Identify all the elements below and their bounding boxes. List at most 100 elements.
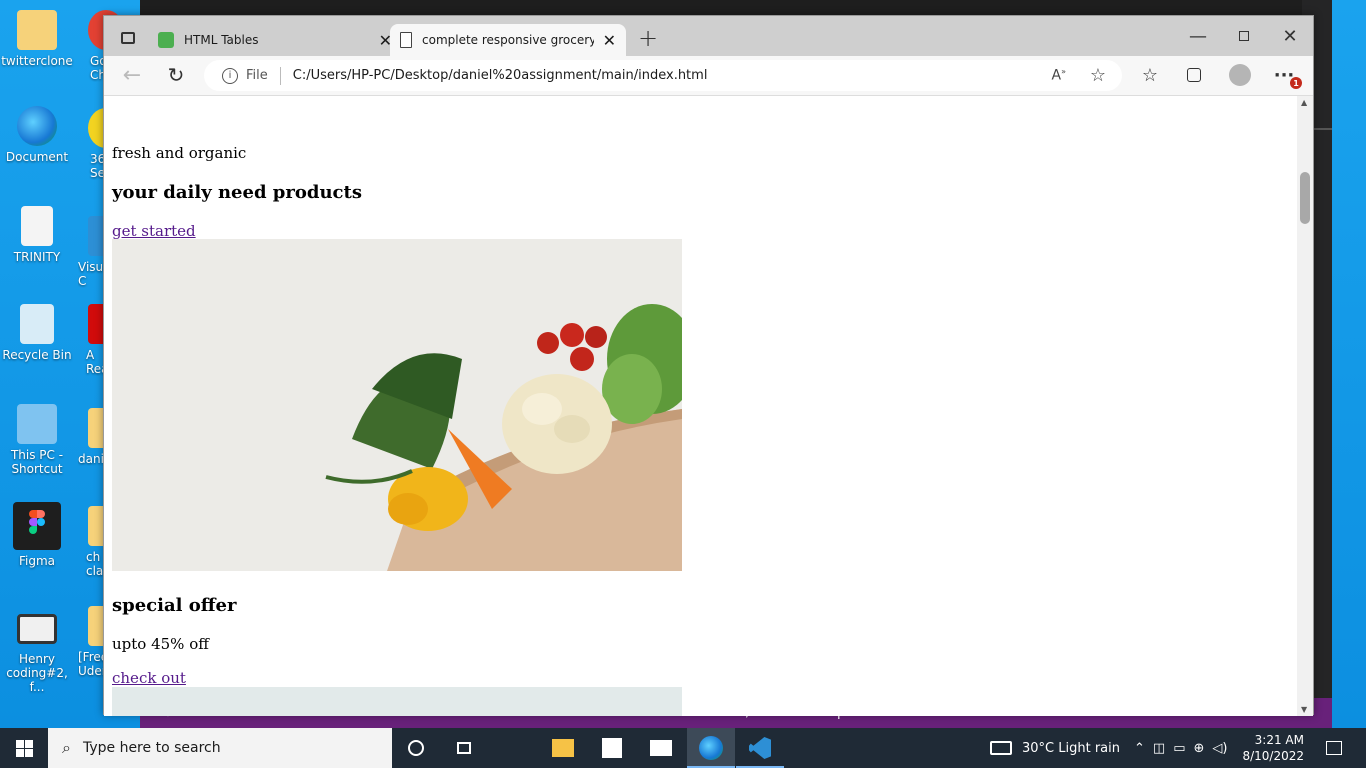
new-tab-button[interactable]: + — [634, 24, 662, 52]
computer-icon — [17, 404, 57, 444]
back-button[interactable]: ← — [118, 61, 146, 89]
weather-widget[interactable]: 30°C Light rain — [990, 728, 1120, 768]
desktop-icon-twitterclone[interactable]: twitterclone — [0, 10, 74, 68]
settings-more-button[interactable]: ··· 1 — [1270, 61, 1302, 89]
profile-button[interactable] — [1226, 61, 1254, 89]
battery-icon[interactable]: ▭ — [1173, 741, 1185, 756]
notification-icon — [1326, 741, 1342, 755]
favorite-add-icon[interactable]: ☆ — [1090, 65, 1106, 86]
address-bar[interactable]: i File C:/Users/HP-PC/Desktop/daniel%20a… — [204, 60, 1122, 91]
desktop-icon-label: twitterclone — [1, 54, 73, 68]
desktop-icon-video[interactable]: Henry coding#2, f... — [0, 614, 74, 694]
weather-text: 30°C Light rain — [1022, 740, 1120, 756]
search-placeholder: Type here to search — [82, 740, 221, 756]
grocery-bag-illustration — [112, 239, 682, 571]
maximize-button[interactable] — [1230, 22, 1258, 50]
offer-heading: special offer — [112, 595, 237, 616]
edge-icon — [699, 736, 723, 760]
start-button[interactable] — [0, 728, 48, 768]
vscode-taskbar-button[interactable] — [736, 728, 784, 768]
vscode-icon — [749, 737, 771, 759]
mail-button[interactable] — [650, 736, 674, 760]
desktop-icon-figma[interactable]: Figma — [0, 502, 74, 568]
favorites-button[interactable]: ☆ — [1136, 61, 1164, 89]
weather-icon — [990, 741, 1012, 755]
system-tray: ⌃ ◫ ▭ ⊕ ◁) — [1134, 728, 1227, 768]
read-aloud-icon[interactable]: A» — [1052, 67, 1066, 84]
folder-icon — [17, 10, 57, 50]
desktop-icon-document[interactable]: Document — [0, 106, 74, 164]
taskbar-search[interactable]: ⌕ Type here to search — [48, 728, 392, 768]
store-button[interactable] — [600, 736, 624, 760]
page-viewport: fresh and organic your daily need produc… — [104, 96, 1298, 716]
desktop-icon-label: Recycle Bin — [2, 348, 72, 362]
video-file-icon — [17, 614, 57, 644]
taskbar: ⌕ Type here to search 30°C Light rain ⌃ … — [0, 728, 1366, 768]
desktop-icon-this-pc[interactable]: This PC - Shortcut — [0, 404, 74, 476]
avatar-icon — [1229, 64, 1251, 86]
notification-badge: 1 — [1290, 77, 1302, 89]
figma-icon — [13, 502, 61, 550]
check-out-link[interactable]: check out — [112, 669, 186, 687]
meet-icon[interactable]: ◫ — [1153, 741, 1165, 756]
tab-grocery[interactable]: complete responsive grocery we ✕ — [390, 24, 626, 56]
desktop-icon-label: Figma — [18, 554, 56, 568]
get-started-link[interactable]: get started — [112, 222, 196, 240]
desktop-icon-label: TRINITY — [13, 250, 61, 264]
edge-taskbar-button[interactable] — [687, 728, 735, 768]
edge-icon — [17, 106, 57, 146]
maximize-icon — [1239, 31, 1249, 41]
desktop-icon-label: This PC - Shortcut — [10, 448, 64, 476]
scroll-up-icon[interactable]: ▲ — [1301, 98, 1307, 107]
tab-strip: HTML Tables ✕ complete responsive grocer… — [104, 16, 1313, 56]
minimize-button[interactable]: — — [1184, 22, 1212, 50]
tab-close-icon[interactable]: ✕ — [603, 31, 616, 50]
notifications-button[interactable] — [1322, 736, 1346, 760]
desktop-icon-label: Document — [5, 150, 69, 164]
scroll-down-icon[interactable]: ▼ — [1301, 705, 1307, 714]
favorites-icon: ☆ — [1141, 64, 1159, 86]
cd-file-icon — [21, 206, 53, 246]
page-scrollbar[interactable]: ▲ ▼ — [1297, 96, 1313, 716]
clock-date: 8/10/2022 — [1242, 749, 1304, 763]
clock-time: 3:21 AM — [1254, 733, 1304, 747]
scheme-label: File — [246, 68, 268, 83]
windows-icon — [15, 739, 33, 757]
offer-image — [112, 687, 682, 716]
store-icon — [602, 738, 622, 758]
recycle-bin-icon — [20, 304, 54, 344]
info-icon[interactable]: i — [222, 67, 238, 84]
collections-button[interactable] — [1180, 61, 1208, 89]
hero-image — [112, 239, 682, 571]
mail-icon — [650, 740, 672, 756]
file-favicon — [400, 32, 412, 48]
tab-html-tables[interactable]: HTML Tables ✕ — [158, 24, 392, 56]
clock[interactable]: 3:21 AM 8/10/2022 — [1242, 728, 1304, 768]
offer-text: upto 45% off — [112, 635, 209, 653]
tab-actions-button[interactable] — [114, 24, 142, 52]
hero-heading: your daily need products — [112, 182, 362, 203]
address-divider — [279, 66, 281, 85]
file-explorer-button[interactable] — [552, 736, 576, 760]
chevron-up-icon[interactable]: ⌃ — [1134, 741, 1145, 756]
network-icon[interactable]: ⊕ — [1194, 741, 1205, 756]
tab-title: complete responsive grocery we — [422, 33, 594, 47]
task-view-icon — [457, 742, 471, 754]
search-icon: ⌕ — [62, 738, 71, 757]
tab-actions-icon — [121, 32, 135, 44]
scrollbar-thumb[interactable] — [1300, 172, 1310, 224]
tab-title: HTML Tables — [184, 33, 259, 47]
refresh-button[interactable]: ↻ — [162, 61, 190, 89]
volume-icon[interactable]: ◁) — [1212, 741, 1227, 756]
cortana-icon — [408, 740, 424, 756]
task-view-button[interactable] — [452, 736, 476, 760]
close-button[interactable]: ✕ — [1276, 22, 1304, 50]
url-text[interactable]: C:/Users/HP-PC/Desktop/daniel%20assignme… — [293, 68, 708, 83]
desktop-icon-label: Henry coding#2, f... — [6, 652, 68, 694]
file-explorer-icon — [552, 739, 574, 757]
desktop-icon-trinity[interactable]: TRINITY — [0, 206, 74, 264]
desktop-icon-recycle-bin[interactable]: Recycle Bin — [0, 304, 74, 362]
w3schools-favicon — [158, 32, 174, 48]
cortana-button[interactable] — [404, 736, 428, 760]
collections-icon — [1187, 68, 1201, 82]
